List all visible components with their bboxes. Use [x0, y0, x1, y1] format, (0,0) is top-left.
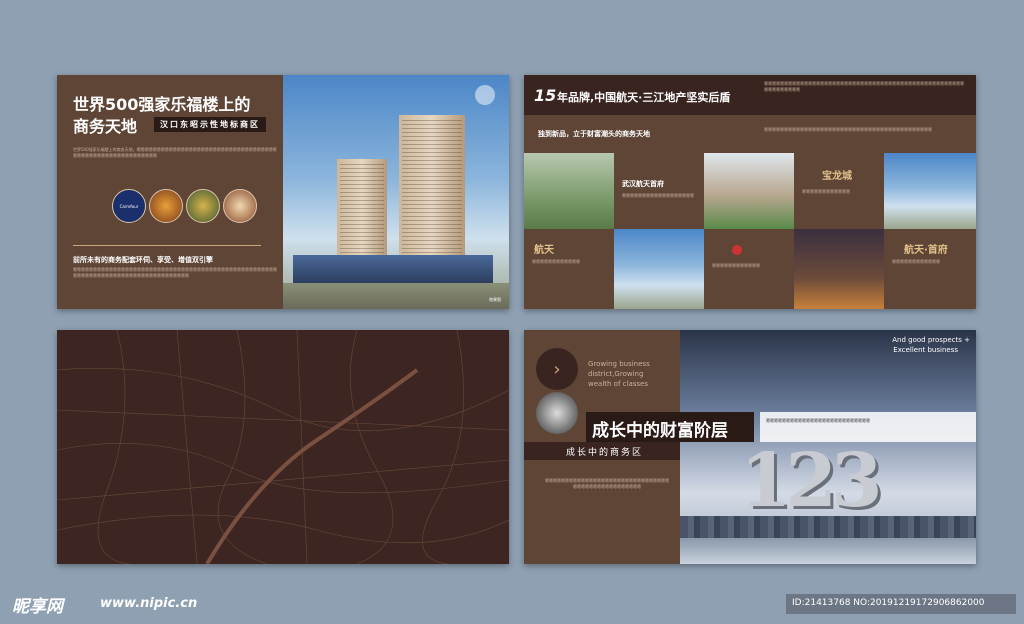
panel-carrefour-business: 世界500强家乐福楼上的 商务天地 汉口东昭示性地标商区 世界500强家乐福楼上… — [57, 75, 509, 309]
panel1-building-photo: 效果图 — [283, 75, 509, 309]
podium-building — [293, 255, 493, 285]
panel-brand-aerospace: 15 年品牌,中国航天·三江地产坚实后盾 嗯嗯嗯嗯嗯嗯嗯嗯嗯嗯嗯嗯嗯嗯嗯嗯嗯嗯嗯… — [524, 75, 976, 309]
english-line-3: wealth of classes — [588, 380, 648, 388]
panel4-headline: 成长中的财富阶层 — [592, 421, 728, 441]
english-line-1: Growing business — [588, 360, 650, 368]
panel2-subheading: 独到新品，立于财富潮头的商务天地 — [538, 130, 650, 138]
tower-left — [337, 159, 387, 269]
big-numbers-3d: 123 — [740, 438, 882, 524]
mall-photo-circle-1 — [149, 189, 183, 223]
panel1-subtitle-chip: 汉口东昭示性地标商区 — [154, 117, 266, 132]
aerial-photo — [524, 153, 614, 229]
logo-block-right: 航天·首府 嗯嗯嗯嗯嗯嗯嗯嗯嗯嗯嗯嗯 — [884, 229, 976, 309]
photo-caption: 效果图 — [489, 297, 501, 302]
tower-right — [399, 115, 465, 269]
top-english-line-2: Excellent business — [893, 346, 958, 354]
panel2-right-text: 嗯嗯嗯嗯嗯嗯嗯嗯嗯嗯嗯嗯嗯嗯嗯嗯嗯嗯嗯嗯嗯嗯嗯嗯嗯嗯嗯嗯嗯嗯嗯嗯嗯嗯嗯嗯嗯嗯嗯嗯… — [764, 127, 932, 132]
panel1-section-body: 嗯嗯嗯嗯嗯嗯嗯嗯嗯嗯嗯嗯嗯嗯嗯嗯嗯嗯嗯嗯嗯嗯嗯嗯嗯嗯嗯嗯嗯嗯嗯嗯嗯嗯嗯嗯嗯嗯嗯嗯… — [73, 267, 277, 278]
plaza-ground — [283, 283, 509, 309]
logo-block-mid: 嗯嗯嗯嗯嗯嗯嗯嗯嗯嗯嗯嗯 — [704, 229, 794, 309]
watermark-id: ID:21413768 NO:20191219172906862000 — [792, 598, 985, 608]
skyline-photo — [884, 153, 976, 229]
logo-block-center: 宝龙城 嗯嗯嗯嗯嗯嗯嗯嗯嗯嗯嗯嗯 — [794, 153, 884, 229]
skyline-silhouette — [680, 516, 976, 538]
water-reflection — [680, 538, 976, 564]
panel4-subline: 成长中的商务区 — [566, 448, 644, 458]
panel-street-map — [57, 330, 509, 564]
panel1-body-text: 世界500强家乐福楼上的商务天地，嗯嗯嗯嗯嗯嗯嗯嗯嗯嗯嗯嗯嗯嗯嗯嗯嗯嗯嗯嗯嗯嗯嗯… — [73, 147, 277, 158]
project-label-block: 武汉航天首府 嗯嗯嗯嗯嗯嗯嗯嗯嗯嗯嗯嗯嗯嗯嗯嗯嗯嗯 — [614, 153, 704, 229]
logo-block-left: 航天 嗯嗯嗯嗯嗯嗯嗯嗯嗯嗯嗯嗯 — [524, 229, 614, 309]
panel-growing-wealth: › Growing business district,Growing weal… — [524, 330, 976, 564]
logo-left: 航天 — [534, 245, 554, 256]
logo-center: 宝龙城 — [822, 171, 852, 182]
watermark-url: www.nipic.cn — [100, 596, 198, 611]
handshake-photo-circle — [536, 392, 578, 434]
cell-text-4: 嗯嗯嗯嗯嗯嗯嗯嗯嗯嗯嗯嗯 — [892, 259, 940, 264]
tower-photo — [614, 229, 704, 309]
cell-text-3: 嗯嗯嗯嗯嗯嗯嗯嗯嗯嗯嗯嗯 — [712, 263, 760, 268]
mall-photo-circle-3 — [223, 189, 257, 223]
panel2-top-text: 嗯嗯嗯嗯嗯嗯嗯嗯嗯嗯嗯嗯嗯嗯嗯嗯嗯嗯嗯嗯嗯嗯嗯嗯嗯嗯嗯嗯嗯嗯嗯嗯嗯嗯嗯嗯嗯嗯嗯嗯… — [764, 81, 964, 92]
mall-photo-circle-2 — [186, 189, 220, 223]
panel1-divider — [73, 245, 261, 246]
carrefour-logo-circle: Carrefour — [112, 189, 146, 223]
red-flower-logo-icon — [732, 245, 742, 255]
cell-text-2: 嗯嗯嗯嗯嗯嗯嗯嗯嗯嗯嗯嗯 — [532, 259, 580, 264]
garden-photo — [704, 153, 794, 229]
panel1-section-heading: 前所未有的商务配套环伺、享受、增值双引擎 — [73, 256, 213, 264]
panel1-title-line2: 商务天地 — [73, 117, 138, 136]
night-street-photo — [794, 229, 884, 309]
map-icon — [475, 85, 495, 105]
carrefour-label: Carrefour — [119, 203, 139, 209]
project-text: 嗯嗯嗯嗯嗯嗯嗯嗯嗯嗯嗯嗯嗯嗯嗯嗯嗯嗯 — [622, 193, 694, 198]
logo-right: 航天·首府 — [904, 245, 948, 256]
panel4-body-text: 嗯嗯嗯嗯嗯嗯嗯嗯嗯嗯嗯嗯嗯嗯嗯嗯嗯嗯嗯嗯嗯嗯嗯嗯嗯嗯嗯嗯嗯嗯嗯嗯嗯嗯嗯嗯嗯嗯嗯嗯… — [545, 478, 669, 489]
panel2-title-number: 15 — [534, 86, 557, 105]
watermark-logo: 昵享网 — [12, 597, 63, 617]
cell-text-1: 嗯嗯嗯嗯嗯嗯嗯嗯嗯嗯嗯嗯 — [802, 189, 850, 194]
arrow-circle-icon[interactable]: › — [536, 348, 578, 390]
panel1-title-line1: 世界500强家乐福楼上的 — [73, 95, 251, 114]
english-line-2: district,Growing — [588, 370, 644, 378]
info-card-text: 嗯嗯嗯嗯嗯嗯嗯嗯嗯嗯嗯嗯嗯嗯嗯嗯嗯嗯嗯嗯嗯嗯嗯嗯嗯嗯 — [766, 418, 870, 423]
street-map-texture — [57, 330, 509, 564]
top-english-line-1: And good prospects + — [892, 336, 970, 344]
project-label: 武汉航天首府 — [622, 180, 664, 188]
city-123-photo: And good prospects + Excellent business … — [680, 330, 976, 564]
panel2-title: 年品牌,中国航天·三江地产坚实后盾 — [557, 91, 731, 104]
